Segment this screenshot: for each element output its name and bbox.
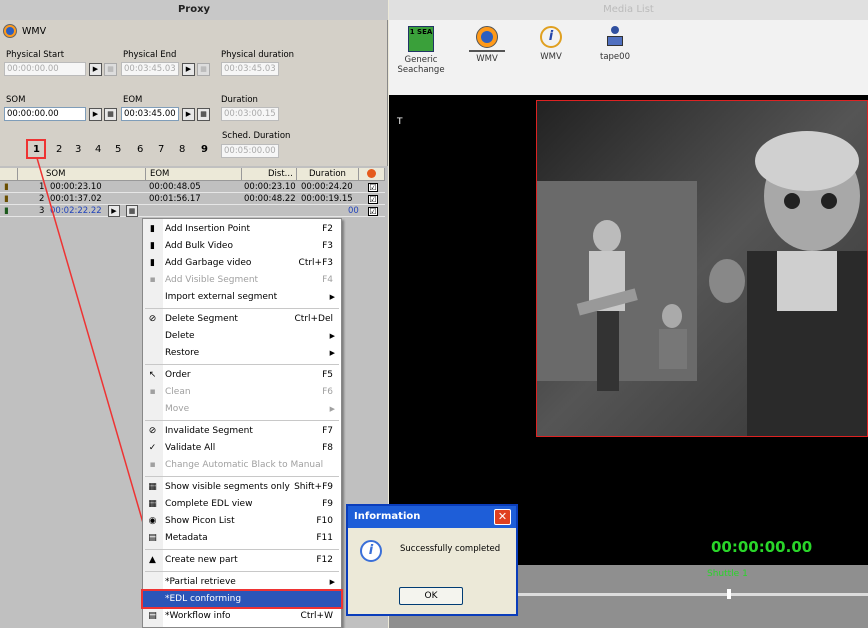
order-icon: ↖ [148, 370, 157, 380]
menu-item-shortcut: F10 [316, 516, 333, 526]
menu-item-shortcut: F7 [322, 426, 333, 436]
menu-item-order[interactable]: ↖ Order F5 [143, 367, 341, 383]
dialog-message: Successfully completed [400, 544, 501, 554]
menu-separator [145, 476, 339, 477]
segment-context-menu: ▮ Add Insertion Point F2 ▮ Add Bulk Video F3 ▮… [141, 218, 343, 628]
menu-item-label: Delete Segment [165, 314, 238, 324]
menu-item-label: Show visible segments only [165, 482, 290, 492]
menu-item-delete[interactable]: Delete ▶ [143, 328, 341, 344]
menu-item-label: Add Bulk Video [165, 241, 233, 251]
dialog-close-button[interactable]: ✕ [494, 509, 511, 525]
visible-only-icon: ▦ [148, 482, 157, 492]
menu-item-change-automatic-black-to-manual[interactable]: ▪ Change Automatic Black to Manual [143, 457, 341, 473]
menu-item-show-picon-list[interactable]: ◉ Show Picon List F10 [143, 513, 341, 529]
menu-item-workflow-info[interactable]: ▤ *Workflow info Ctrl+W [143, 608, 341, 624]
menu-item-label: *EDL conforming [165, 594, 242, 604]
menu-item-label: *Partial retrieve [165, 577, 236, 587]
menu-separator [145, 549, 339, 550]
submenu-arrow-icon: ▶ [329, 332, 335, 340]
menu-item-add-visible-segment[interactable]: ▪ Add Visible Segment F4 [143, 272, 341, 288]
bulk-video-icon: ▮ [150, 241, 155, 251]
menu-item-shortcut: Ctrl+Del [294, 314, 333, 324]
menu-item-shortcut: F5 [322, 370, 333, 380]
metadata-icon: ▤ [148, 533, 157, 543]
menu-item-label: *Workflow info [165, 611, 231, 621]
menu-item-show-visible-segments-only[interactable]: ▦ Show visible segments only Shift+F9 [143, 479, 341, 495]
menu-item-label: Order [165, 370, 191, 380]
menu-item-shortcut: F6 [322, 387, 333, 397]
menu-item-label: Move [165, 404, 190, 414]
ok-button[interactable]: OK [399, 587, 463, 605]
menu-item-move[interactable]: Move ▶ [143, 401, 341, 417]
menu-item-invalidate-segment[interactable]: ⊘ Invalidate Segment F7 [143, 423, 341, 439]
menu-item-label: Delete [165, 331, 195, 341]
menu-item-shortcut: F4 [322, 275, 333, 285]
menu-item-label: Add Visible Segment [165, 275, 259, 285]
menu-item-shortcut: F9 [322, 499, 333, 509]
menu-item-clean[interactable]: ▪ Clean F6 [143, 384, 341, 400]
clean-icon: ▪ [149, 387, 156, 397]
edl-view-icon: ▦ [148, 499, 157, 509]
garbage-video-icon: ▮ [150, 258, 155, 268]
menu-item-add-bulk-video[interactable]: ▮ Add Bulk Video F3 [143, 238, 341, 254]
menu-item-delete-segment[interactable]: ⊘ Delete Segment Ctrl+Del [143, 311, 341, 327]
submenu-arrow-icon: ▶ [329, 293, 335, 301]
menu-item-label: Import external segment [165, 292, 278, 302]
menu-item-partial-retrieve[interactable]: *Partial retrieve ▶ [143, 574, 341, 590]
menu-item-edl-conforming[interactable]: *EDL conforming [141, 589, 343, 609]
menu-item-shortcut: F2 [322, 224, 333, 234]
dialog-title: Information [348, 506, 516, 528]
menu-item-import-external-segment[interactable]: Import external segment ▶ [143, 289, 341, 305]
menu-item-shortcut: F3 [322, 241, 333, 251]
menu-separator [145, 308, 339, 309]
menu-item-shortcut: F8 [322, 443, 333, 453]
menu-item-shortcut: Ctrl+F3 [298, 258, 333, 268]
menu-item-create-new-part[interactable]: ▲ Create new part F12 [143, 552, 341, 568]
workflow-info-icon: ▤ [148, 611, 157, 621]
info-icon: i [360, 540, 382, 562]
menu-item-label: Clean [165, 387, 191, 397]
menu-separator [145, 571, 339, 572]
menu-item-label: Complete EDL view [165, 499, 253, 509]
menu-item-label: Add Insertion Point [165, 224, 251, 234]
menu-item-complete-edl-view[interactable]: ▦ Complete EDL view F9 [143, 496, 341, 512]
black-manual-icon: ▪ [149, 460, 156, 470]
menu-item-label: Change Automatic Black to Manual [165, 460, 324, 470]
menu-separator [145, 420, 339, 421]
menu-item-label: Restore [165, 348, 200, 358]
menu-item-restore[interactable]: Restore ▶ [143, 345, 341, 361]
menu-item-label: Show Picon List [165, 516, 235, 526]
menu-item-shortcut: Shift+F9 [294, 482, 333, 492]
new-part-icon: ▲ [149, 555, 156, 565]
insertion-point-icon: ▮ [150, 224, 155, 234]
information-dialog: Information ✕ i Successfully completed O… [346, 504, 518, 616]
invalidate-icon: ⊘ [148, 426, 157, 436]
menu-item-add-garbage-video[interactable]: ▮ Add Garbage video Ctrl+F3 [143, 255, 341, 271]
menu-item-label: Add Garbage video [165, 258, 252, 268]
validate-all-icon: ✓ [148, 443, 157, 453]
menu-item-shortcut: F12 [316, 555, 333, 565]
submenu-arrow-icon: ▶ [329, 578, 335, 586]
delete-segment-icon: ⊘ [148, 314, 157, 324]
menu-item-metadata[interactable]: ▤ Metadata F11 [143, 530, 341, 546]
menu-item-label: Validate All [165, 443, 216, 453]
submenu-arrow-icon: ▶ [329, 349, 335, 357]
menu-item-add-insertion-point[interactable]: ▮ Add Insertion Point F2 [143, 221, 341, 237]
menu-item-label: Metadata [165, 533, 208, 543]
menu-item-validate-all[interactable]: ✓ Validate All F8 [143, 440, 341, 456]
menu-item-label: Create new part [165, 555, 238, 565]
menu-item-shortcut: Ctrl+W [300, 611, 333, 621]
menu-item-label: Invalidate Segment [165, 426, 253, 436]
picon-list-icon: ◉ [148, 516, 157, 526]
submenu-arrow-icon: ▶ [329, 405, 335, 413]
menu-item-shortcut: F11 [316, 533, 333, 543]
visible-segment-icon: ▪ [149, 275, 156, 285]
menu-separator [145, 364, 339, 365]
